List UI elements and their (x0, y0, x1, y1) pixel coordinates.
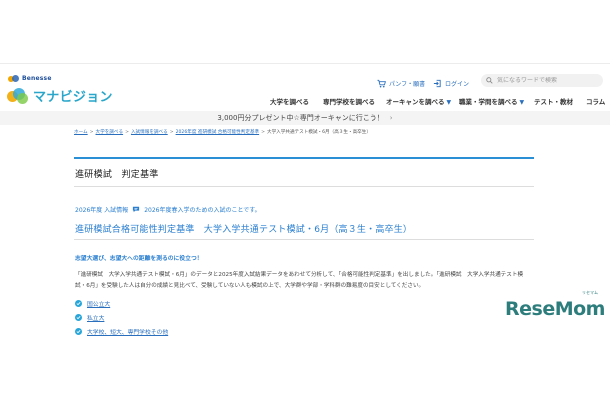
breadcrumb-separator: > (89, 130, 94, 135)
manabi-vision-logo[interactable]: マナビジョン (7, 86, 113, 105)
breadcrumb-current: 大学入学共通テスト模試・6月（高３生・高卒生） (266, 130, 371, 135)
breadcrumb-universities[interactable]: 大学を調べる (96, 130, 124, 135)
breadcrumb-admissions[interactable]: 入試情報を調べる (131, 130, 168, 135)
nav-careers-label: 職業・学問を調べる (459, 98, 518, 106)
lead-text: 志望大選び、志望大への距離を測るのに役立つ！ (75, 256, 203, 262)
body-text: 「進研模試 大学入学共通テスト模試・6月」のデータと2025年度入試結果データを… (75, 272, 524, 289)
category-link-list: 国公立大 私立大 大学校、短大、専門学校その他 (75, 296, 168, 338)
breadcrumb-separator: > (261, 130, 265, 135)
link-private[interactable]: 私立大 (75, 310, 168, 324)
nav-column[interactable]: コラム (586, 96, 605, 106)
resemom-watermark-logo: ReseMom (505, 298, 605, 320)
check-circle-icon (75, 313, 82, 321)
link-other-schools[interactable]: 大学校、短大、専門学校その他 (75, 324, 168, 338)
page-title: 進研模試 判定基準 (75, 170, 159, 180)
chevron-down-icon: ▼ (519, 99, 525, 106)
nav-universities-label: 大学を調べる (270, 98, 309, 106)
nav-open-campus-label: オーキャンを調べる (386, 98, 445, 106)
exam-meta: 2026年度 入試情報 2026年度春入学のための入試のことです。 (75, 205, 261, 214)
search-icon[interactable] (486, 77, 493, 84)
exam-title: 進研模試合格可能性判定基準 大学入学共通テスト模試・6月（高３生・高卒生） (75, 225, 413, 235)
nav-tests[interactable]: テスト・教材 (534, 96, 573, 106)
breadcrumb-criteria[interactable]: 2026年度 進研模試 合格可能性判定基準 (176, 130, 260, 135)
speech-bubble-icon (133, 206, 140, 213)
breadcrumb-home[interactable]: ホーム (74, 130, 88, 135)
nav-column-label: コラム (586, 98, 606, 106)
nav-careers[interactable]: 職業・学問を調べる ▼ (459, 96, 524, 106)
page: Benesse マナビジョン パンフ・願書 ログイン 大学を調べる 専門学校を調… (0, 0, 610, 400)
login-icon (433, 79, 441, 87)
chevron-right-icon: › (389, 114, 393, 122)
breadcrumb: ホーム > 大学を調べる > 入試情報を調べる >2026年度 進研模試 合格可能性判定基… (74, 129, 371, 135)
check-circle-icon (75, 299, 82, 307)
breadcrumb-separator: > (169, 130, 174, 135)
exam-title-divider (74, 239, 534, 240)
title-accent-bar (74, 157, 534, 159)
title-divider (74, 186, 534, 187)
link-other-schools-label: 大学校、短大、専門学校その他 (87, 329, 169, 336)
manabi-vision-logo-icon (7, 87, 29, 104)
promo-banner[interactable]: 3,000円分プレゼント中☆専門オーキャンに行こう！ › (0, 111, 610, 125)
nav-vocational-schools[interactable]: 専門学校を調べる (323, 96, 375, 106)
benesse-mark-icon (8, 75, 20, 82)
promo-text: 3,000円分プレゼント中☆専門オーキャンに行こう！ (217, 114, 384, 122)
login-link-label: ログイン (445, 80, 470, 88)
link-national-public-label: 国公立大 (87, 301, 111, 308)
breadcrumb-separator: > (125, 130, 129, 135)
search-box[interactable] (481, 74, 603, 87)
check-circle-icon (75, 327, 82, 335)
cart-icon (377, 79, 386, 87)
benesse-logo[interactable]: Benesse (8, 74, 52, 83)
link-national-public[interactable]: 国公立大 (75, 296, 168, 310)
nav-tests-label: テスト・教材 (534, 98, 573, 106)
pamphlet-link-label: パンフ・願書 (389, 80, 426, 88)
nav-vocational-schools-label: 専門学校を調べる (323, 98, 375, 106)
manabi-vision-logo-text: マナビジョン (33, 90, 113, 105)
search-input[interactable] (497, 77, 597, 84)
meta-year: 2026年度 入試情報 (75, 207, 129, 214)
login-link[interactable]: ログイン (433, 78, 469, 88)
link-private-label: 私立大 (87, 315, 105, 322)
meta-note: 2026年度春入学のための入試のことです。 (144, 207, 261, 214)
chevron-down-icon: ▼ (446, 99, 452, 106)
resemom-ruby: リセマム (582, 290, 598, 295)
nav-open-campus[interactable]: オーキャンを調べる ▼ (386, 96, 451, 106)
nav-universities[interactable]: 大学を調べる (270, 96, 309, 106)
benesse-logo-text: Benesse (22, 75, 52, 82)
header-top-border (0, 63, 610, 64)
pamphlet-link[interactable]: パンフ・願書 (377, 78, 425, 88)
